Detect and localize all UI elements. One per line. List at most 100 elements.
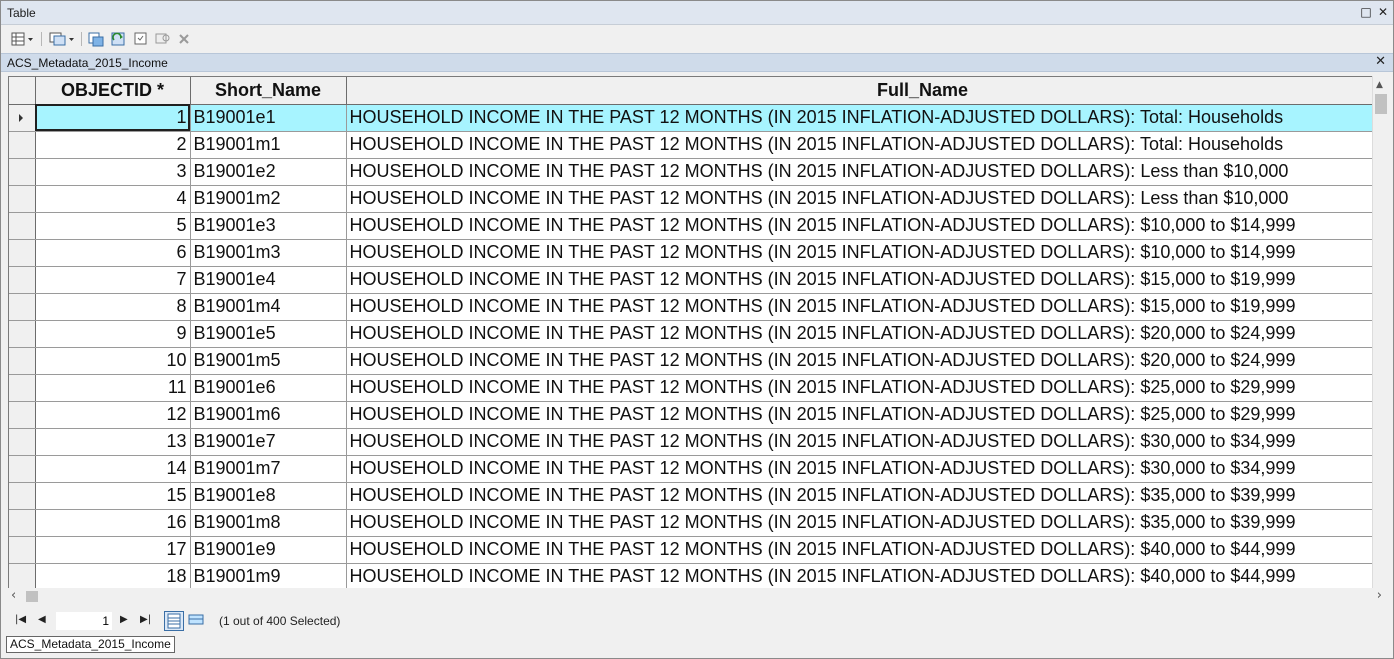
related-tables-icon[interactable] [49,30,77,48]
cell-full-name[interactable]: HOUSEHOLD INCOME IN THE PAST 12 MONTHS (… [346,131,1372,159]
cell-objectid[interactable]: 10 [35,347,191,375]
cell-full-name[interactable]: HOUSEHOLD INCOME IN THE PAST 12 MONTHS (… [346,158,1372,186]
cell-objectid[interactable]: 4 [35,185,191,213]
table-row[interactable]: 2 B19001m1 HOUSEHOLD INCOME IN THE PAST 12… [9,131,1372,159]
cell-objectid[interactable]: 9 [35,320,191,348]
scroll-up-icon[interactable]: ▲ [1376,80,1383,90]
cell-objectid[interactable]: 8 [35,293,191,321]
cell-short-name[interactable]: B19001e1 [190,104,347,132]
row-selector[interactable] [9,158,36,186]
cell-short-name[interactable]: B19001e5 [190,320,347,348]
table-row[interactable]: 1 B19001e1 HOUSEHOLD INCOME IN THE PAST 12… [9,104,1372,132]
table-row[interactable]: 9 B19001e5 HOUSEHOLD INCOME IN THE PAST 12… [9,320,1372,348]
horizontal-scrollbar[interactable]: ‹ › [8,588,1382,605]
cell-objectid[interactable]: 3 [35,158,191,186]
table-row[interactable]: 13 B19001e7 HOUSEHOLD INCOME IN THE PAST 1… [9,428,1372,456]
cell-short-name[interactable]: B19001m7 [190,455,347,483]
next-record-icon[interactable]: ▶ [120,614,128,625]
row-selector[interactable] [9,509,36,537]
row-selector[interactable] [9,320,36,348]
show-all-records-icon[interactable] [164,611,184,631]
row-selector[interactable] [9,293,36,321]
cell-short-name[interactable]: B19001e4 [190,266,347,294]
row-selector[interactable] [9,401,36,429]
cell-full-name[interactable]: HOUSEHOLD INCOME IN THE PAST 12 MONTHS (… [346,320,1372,348]
row-selector[interactable] [9,347,36,375]
vertical-scrollbar[interactable]: ▲ [1372,76,1389,588]
scroll-right-icon[interactable]: › [1377,588,1382,603]
cell-short-name[interactable]: B19001m3 [190,239,347,267]
table-row[interactable]: 17 B19001e9 HOUSEHOLD INCOME IN THE PAST 1… [9,536,1372,564]
table-row[interactable]: 15 B19001e8 HOUSEHOLD INCOME IN THE PAST 1… [9,482,1372,510]
row-selector[interactable] [9,374,36,402]
table-row[interactable]: 5 B19001e3 HOUSEHOLD INCOME IN THE PAST 12… [9,212,1372,240]
cell-full-name[interactable]: HOUSEHOLD INCOME IN THE PAST 12 MONTHS (… [346,347,1372,375]
table-row[interactable]: 16 B19001m8 HOUSEHOLD INCOME IN THE PAST 1… [9,509,1372,537]
cell-short-name[interactable]: B19001e6 [190,374,347,402]
row-selector[interactable] [9,131,36,159]
table-row[interactable]: 14 B19001m7 HOUSEHOLD INCOME IN THE PAST 1… [9,455,1372,483]
row-selector[interactable] [9,536,36,564]
cell-short-name[interactable]: B19001m2 [190,185,347,213]
cell-full-name[interactable]: HOUSEHOLD INCOME IN THE PAST 12 MONTHS (… [346,266,1372,294]
table-row[interactable]: 8 B19001m4 HOUSEHOLD INCOME IN THE PAST 12… [9,293,1372,321]
switch-selection-icon[interactable] [110,30,128,48]
table-row[interactable]: 3 B19001e2 HOUSEHOLD INCOME IN THE PAST 12… [9,158,1372,186]
clear-selection-icon[interactable] [133,30,149,48]
current-record-input[interactable] [56,612,112,630]
cell-objectid[interactable]: 12 [35,401,191,429]
cell-objectid[interactable]: 15 [35,482,191,510]
select-by-attributes-icon[interactable] [87,30,105,48]
cell-objectid[interactable]: 13 [35,428,191,456]
zoom-to-selected-icon[interactable] [154,30,172,48]
cell-full-name[interactable]: HOUSEHOLD INCOME IN THE PAST 12 MONTHS (… [346,185,1372,213]
cell-short-name[interactable]: B19001e2 [190,158,347,186]
cell-full-name[interactable]: HOUSEHOLD INCOME IN THE PAST 12 MONTHS (… [346,374,1372,402]
cell-short-name[interactable]: B19001e3 [190,212,347,240]
cell-objectid[interactable]: 2 [35,131,191,159]
last-record-icon[interactable]: ▶| [140,614,151,625]
row-selector[interactable] [9,239,36,267]
cell-full-name[interactable]: HOUSEHOLD INCOME IN THE PAST 12 MONTHS (… [346,455,1372,483]
row-selector[interactable] [9,104,36,132]
row-selector[interactable] [9,563,36,588]
table-row[interactable]: 6 B19001m3 HOUSEHOLD INCOME IN THE PAST 12… [9,239,1372,267]
close-icon[interactable]: ✕ [1376,5,1390,19]
column-header-full-name[interactable]: Full_Name [346,77,1372,105]
cell-full-name[interactable]: HOUSEHOLD INCOME IN THE PAST 12 MONTHS (… [346,239,1372,267]
table-tab-header[interactable]: ACS_Metadata_2015_Income ✕ [1,53,1393,72]
table-tab[interactable]: ACS_Metadata_2015_Income [6,636,175,653]
cell-full-name[interactable]: HOUSEHOLD INCOME IN THE PAST 12 MONTHS (… [346,293,1372,321]
cell-full-name[interactable]: HOUSEHOLD INCOME IN THE PAST 12 MONTHS (… [346,482,1372,510]
table-row[interactable]: 4 B19001m2 HOUSEHOLD INCOME IN THE PAST 12… [9,185,1372,213]
table-row[interactable]: 11 B19001e6 HOUSEHOLD INCOME IN THE PAST 1… [9,374,1372,402]
cell-short-name[interactable]: B19001e7 [190,428,347,456]
previous-record-icon[interactable]: ◀ [38,614,46,625]
cell-objectid[interactable]: 5 [35,212,191,240]
cell-objectid[interactable]: 7 [35,266,191,294]
cell-short-name[interactable]: B19001m5 [190,347,347,375]
cell-full-name[interactable]: HOUSEHOLD INCOME IN THE PAST 12 MONTHS (… [346,428,1372,456]
row-selector[interactable] [9,482,36,510]
cell-short-name[interactable]: B19001m4 [190,293,347,321]
column-header-objectid[interactable]: OBJECTID * [35,77,191,105]
vertical-scroll-thumb[interactable] [1375,94,1387,114]
table-row[interactable]: 7 B19001e4 HOUSEHOLD INCOME IN THE PAST 12… [9,266,1372,294]
row-selector[interactable] [9,455,36,483]
cell-full-name[interactable]: HOUSEHOLD INCOME IN THE PAST 12 MONTHS (… [346,104,1372,132]
delete-selected-icon[interactable] [177,30,191,48]
show-selected-records-icon[interactable] [187,611,207,631]
row-selector[interactable] [9,212,36,240]
cell-objectid[interactable]: 18 [35,563,191,588]
cell-short-name[interactable]: B19001m9 [190,563,347,588]
row-selector[interactable] [9,185,36,213]
close-icon[interactable]: ✕ [1375,54,1386,69]
row-selector[interactable] [9,428,36,456]
first-record-icon[interactable]: |◀ [15,614,26,625]
maximize-icon[interactable]: □ [1359,5,1373,19]
cell-objectid[interactable]: 11 [35,374,191,402]
cell-short-name[interactable]: B19001e9 [190,536,347,564]
cell-full-name[interactable]: HOUSEHOLD INCOME IN THE PAST 12 MONTHS (… [346,563,1372,588]
cell-full-name[interactable]: HOUSEHOLD INCOME IN THE PAST 12 MONTHS (… [346,401,1372,429]
cell-objectid[interactable]: 6 [35,239,191,267]
